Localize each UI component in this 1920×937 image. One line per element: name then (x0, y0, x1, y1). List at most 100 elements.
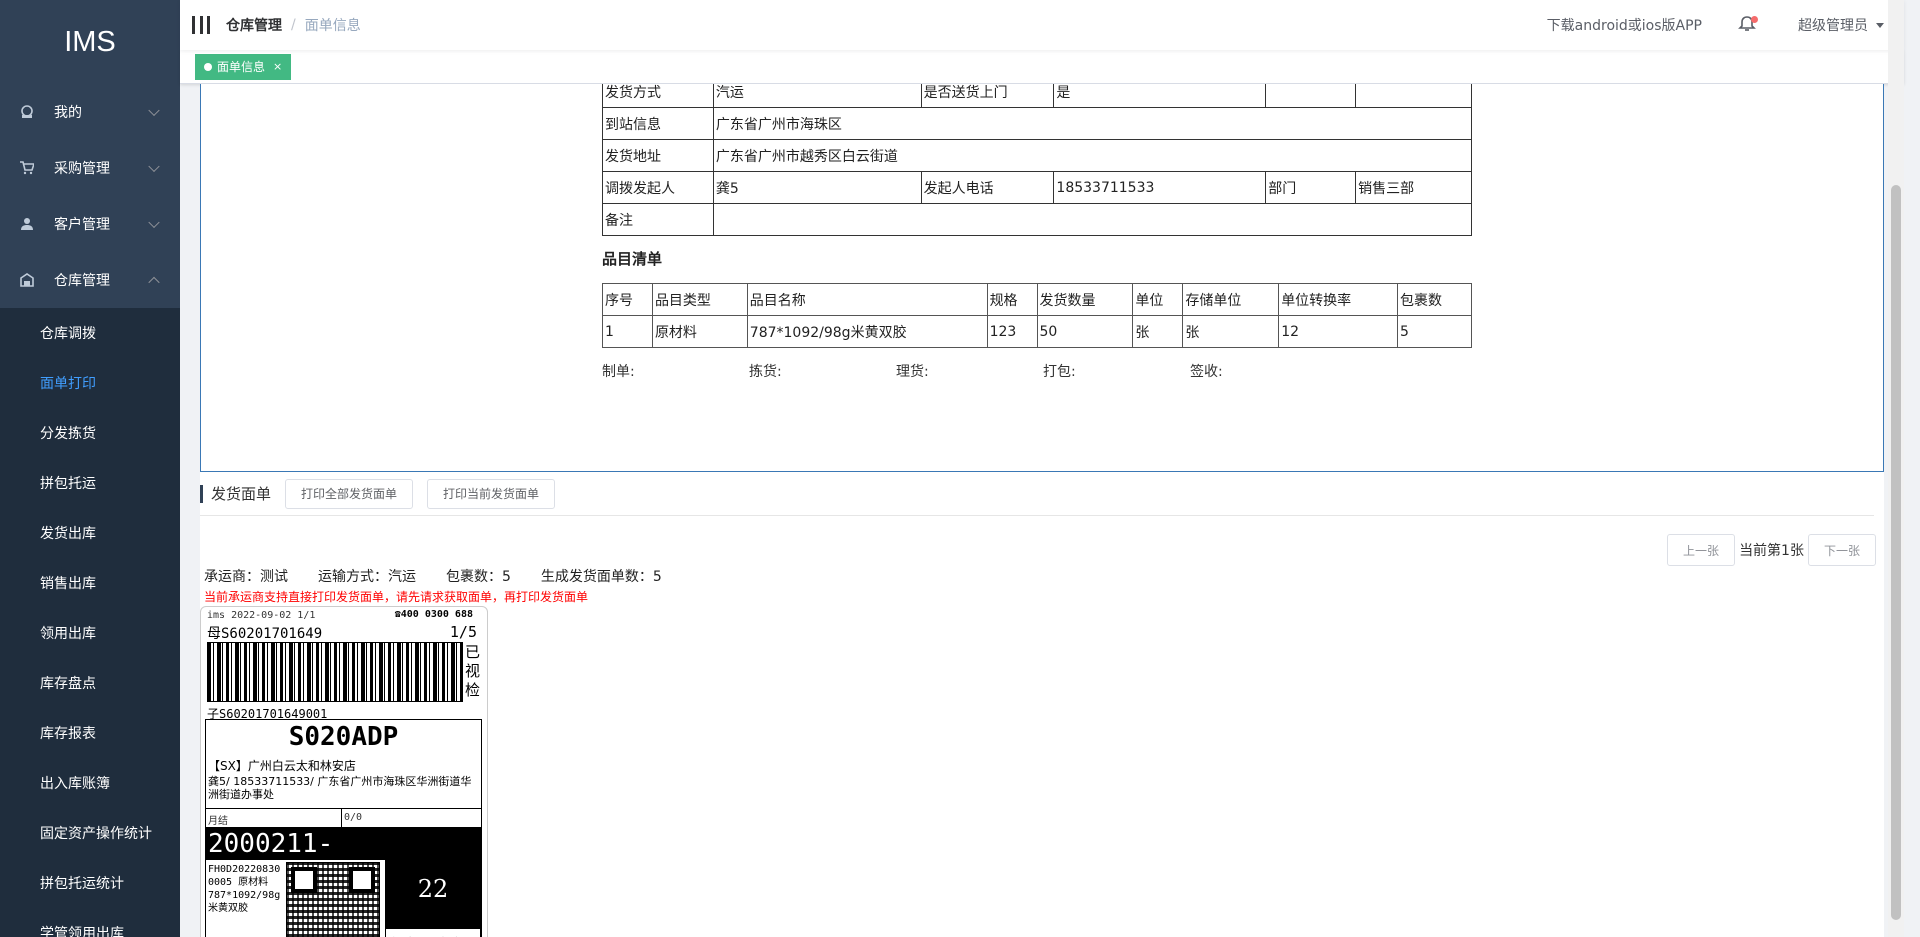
warehouse-submenu: 仓库调拨 面单打印 分发拣货 拼包托运 发货出库 销售出库 领用出库 库存盘点 … (0, 308, 180, 937)
caret-down-icon (1876, 22, 1884, 28)
cell: 123 (986, 315, 1038, 348)
tag-label: 面单信息 (217, 60, 266, 74)
app-logo: IMS (64, 25, 116, 58)
cell: 调拨发起人 (602, 171, 714, 204)
menu-label: 客户管理 (54, 217, 110, 233)
next-button[interactable]: 下一张 (1807, 534, 1876, 566)
cell: 发货地址 (602, 139, 714, 172)
sub-item[interactable]: 拼包托运 (0, 458, 180, 508)
breadcrumb: 仓库管理 / 面单信息 (226, 15, 361, 35)
breadcrumb-current: 面单信息 (304, 18, 361, 34)
close-icon[interactable]: × (273, 60, 282, 73)
list-title: 品目清单 (602, 250, 663, 268)
tag-active[interactable]: 面单信息 × (195, 53, 292, 80)
bell-icon[interactable] (1738, 15, 1758, 35)
signature-row: 制单: 拣货: 理货: 打包: 签收: (602, 361, 1472, 381)
sub-item[interactable]: 仓库调拨 (0, 308, 180, 358)
download-app-link[interactable]: 下载android或ios版APP (1547, 15, 1702, 35)
sub-item[interactable]: 学管领用出库 (0, 908, 180, 937)
print-current-button[interactable]: 打印当前发货面单 (427, 478, 556, 509)
table-row: 备注 (602, 203, 1473, 236)
sub-item-active[interactable]: 面单打印 (0, 358, 180, 408)
cell: 发货方式 (602, 84, 714, 108)
cell (712, 203, 1473, 236)
shipping-summary: 承运商：测试 运输方式：汽运 包裹数：5 生成发货面单数：5 (204, 566, 692, 586)
sub-item[interactable]: 拼包托运统计 (0, 858, 180, 908)
cell: 1 (602, 315, 653, 348)
sub-item[interactable]: 出入库账簿 (0, 758, 180, 808)
cell: 销售三部 (1355, 171, 1472, 204)
order-details: FH0D20220830 0005 原材料 787*1092/98g 米黄双胶 (208, 864, 281, 914)
breadcrumb-item[interactable]: 仓库管理 (226, 15, 282, 35)
warehouse-icon (20, 273, 34, 287)
menu-purchase[interactable]: 采购管理 (0, 140, 180, 196)
tags-view: 面单信息 × (180, 50, 1904, 84)
sub-item[interactable]: 库存盘点 (0, 658, 180, 708)
shop-name: 【SX】广州白云太和林安店 (208, 759, 356, 773)
waybill-number: 母S60201701649 (207, 626, 323, 642)
carrier: 承运商：测试 (204, 569, 288, 585)
column-header: 存储单位 (1182, 283, 1280, 316)
prev-button[interactable]: 上一张 (1667, 534, 1736, 566)
cell: 12 (1278, 315, 1399, 348)
column-header: 发货数量 (1036, 283, 1134, 316)
menu-my[interactable]: 我的 (0, 84, 180, 140)
column-header: 单位转换率 (1278, 283, 1399, 316)
station-number: 22 (385, 860, 481, 928)
cell: 18533711533 (1053, 171, 1267, 204)
cell: 是否送货上门 (920, 84, 1055, 108)
cart-icon (20, 161, 34, 175)
column-header: 品目名称 (746, 283, 988, 316)
cell (1355, 84, 1472, 108)
section-header: 发货面单 打印全部发货面单 打印当前发货面单 (200, 472, 1874, 516)
menu-label: 我的 (54, 105, 82, 121)
menu-label: 采购管理 (54, 161, 110, 177)
table-row: 发货方式 汽运 是否送货上门 是 (602, 84, 1472, 108)
cell: 张 (1182, 315, 1280, 348)
chevron-down-icon (148, 160, 160, 173)
sub-item[interactable]: 销售出库 (0, 558, 180, 608)
user-circle-icon (20, 105, 34, 119)
menu-warehouse[interactable]: 仓库管理 (0, 252, 180, 308)
route-code: S020ADP (288, 722, 399, 752)
cell: 到站信息 (602, 107, 714, 140)
vertical-scrollbar[interactable] (1888, 0, 1904, 937)
scrollbar-thumb[interactable] (1891, 185, 1901, 920)
barcode (207, 642, 463, 702)
cell: 50 (1036, 315, 1134, 348)
cell: 部门 (1265, 171, 1357, 204)
user-menu[interactable]: 超级管理员 (1798, 15, 1884, 35)
sign-label: 制单: (602, 364, 635, 380)
sign-label: 理货: (896, 364, 929, 380)
navbar-right: 下载android或ios版APP 超级管理员 (1547, 0, 1904, 50)
package-count: 包裹数：5 (446, 569, 511, 585)
cell: 发起人电话 (920, 171, 1055, 204)
sign-label: 拣货: (749, 364, 782, 380)
person-icon (20, 217, 34, 231)
user-name: 超级管理员 (1798, 18, 1868, 34)
sub-item[interactable]: 分发拣货 (0, 408, 180, 458)
qr-code (286, 862, 380, 937)
sign-label: 签收: (1190, 364, 1223, 380)
menu-customer[interactable]: 客户管理 (0, 196, 180, 252)
chevron-down-icon (148, 104, 160, 117)
cell: 5 (1397, 315, 1472, 348)
sub-item[interactable]: 库存报表 (0, 708, 180, 758)
sort-code: 2000211- (206, 828, 481, 860)
label-phone: ☎400 0300 688 (394, 609, 473, 620)
column-header: 单位 (1132, 283, 1184, 316)
table-row: 1 原材料 787*1092/98g米黄双胶 123 50 张 张 12 5 (602, 315, 1472, 348)
items-table: 序号 品目类型 品目名称 规格 发货数量 单位 存储单位 单位转换率 包裹数 1… (602, 283, 1472, 348)
zone-name: 经济圈（华东） (385, 928, 481, 937)
print-all-button[interactable]: 打印全部发货面单 (285, 478, 414, 509)
tag-dot (204, 62, 212, 71)
sub-item[interactable]: 发货出库 (0, 508, 180, 558)
print-preview: 发货方式 汽运 是否送货上门 是 到站信息 广东省广州市海珠区 发货地址 广东省… (200, 84, 1884, 472)
breadcrumb-separator: / (291, 17, 296, 33)
sub-item[interactable]: 领用出库 (0, 608, 180, 658)
cell: 广东省广州市海珠区 (712, 107, 1473, 140)
cell: 广东省广州市越秀区白云街道 (712, 139, 1473, 172)
sub-item[interactable]: 固定资产操作统计 (0, 808, 180, 858)
hamburger-icon[interactable] (192, 16, 210, 34)
cell: 龚5 (712, 171, 922, 204)
